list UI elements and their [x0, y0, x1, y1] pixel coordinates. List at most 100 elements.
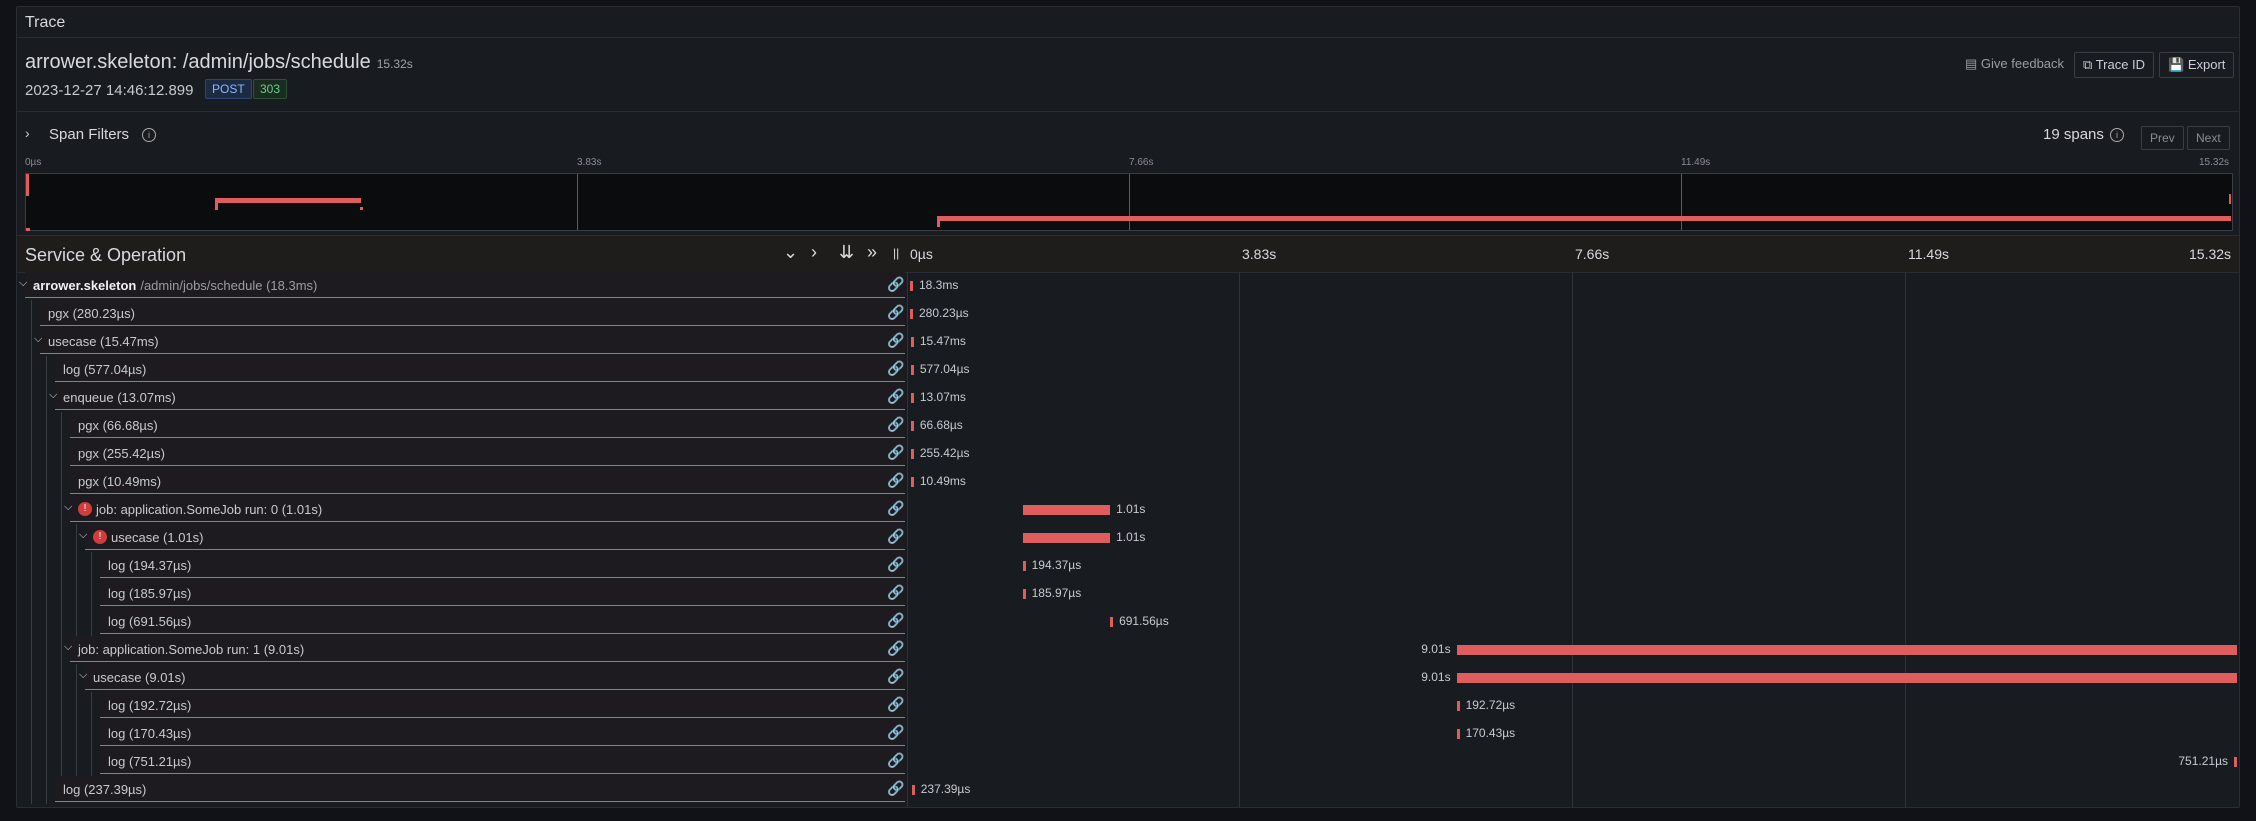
span-bar[interactable]	[910, 309, 913, 319]
info-icon[interactable]: i	[2110, 128, 2124, 142]
span-name-cell[interactable]	[55, 776, 905, 802]
span-bar[interactable]	[1456, 701, 1460, 711]
chevron-down-icon[interactable]: ⌵	[64, 641, 72, 654]
span-bar[interactable]	[910, 421, 914, 431]
chevron-down-icon[interactable]: ⌵	[64, 501, 72, 514]
link-icon[interactable]: 🔗	[887, 500, 904, 517]
span-name-cell[interactable]	[40, 328, 905, 354]
span-name-cell[interactable]	[85, 664, 905, 690]
span-row[interactable]: ⌵ job: application.SomeJob run: 1 (9.01s)…	[17, 636, 2239, 664]
span-row[interactable]: pgx (66.68µs) 🔗 66.68µs	[17, 412, 2239, 440]
span-name-cell[interactable]	[70, 468, 905, 494]
chevron-down-icon[interactable]: ⌄	[783, 242, 798, 263]
span-row[interactable]: ⌵ enqueue (13.07ms) 🔗 13.07ms	[17, 384, 2239, 412]
span-name-cell[interactable]	[100, 580, 905, 606]
span-bar[interactable]	[910, 281, 913, 291]
span-filters-toggle[interactable]: Span Filters	[49, 126, 129, 143]
span-bar[interactable]	[1456, 729, 1460, 739]
link-icon[interactable]: 🔗	[887, 640, 904, 657]
link-icon[interactable]: 🔗	[887, 556, 904, 573]
span-duration-label: 185.97µs	[1031, 586, 1082, 600]
link-icon[interactable]: 🔗	[887, 612, 904, 629]
span-duration-label: 280.23µs	[919, 306, 969, 320]
link-icon[interactable]: 🔗	[887, 696, 904, 713]
chevron-down-icon[interactable]: ⌵	[34, 333, 42, 346]
span-name-cell[interactable]	[40, 300, 905, 326]
span-row[interactable]: ⌵ usecase (15.47ms) 🔗 15.47ms	[17, 328, 2239, 356]
span-name-cell[interactable]	[55, 384, 905, 410]
link-icon[interactable]: 🔗	[887, 388, 904, 405]
span-row[interactable]: log (192.72µs) 🔗 192.72µs	[17, 692, 2239, 720]
span-name-cell[interactable]	[55, 356, 905, 382]
minimap-canvas[interactable]	[25, 173, 2233, 231]
export-button[interactable]: 💾 Export	[2159, 52, 2235, 78]
span-bar[interactable]	[1022, 561, 1026, 571]
trace-id-button[interactable]: ⧉ Trace ID	[2074, 52, 2155, 78]
trace-minimap[interactable]: 0µs 3.83s 7.66s 11.49s 15.32s	[25, 157, 2233, 235]
info-icon[interactable]: i	[142, 128, 156, 142]
span-name-cell[interactable]	[100, 720, 905, 746]
link-icon[interactable]: 🔗	[887, 584, 904, 601]
link-icon[interactable]: 🔗	[887, 332, 904, 349]
span-bar[interactable]	[910, 477, 914, 487]
link-icon[interactable]: 🔗	[887, 752, 904, 769]
span-row[interactable]: pgx (10.49ms) 🔗 10.49ms	[17, 468, 2239, 496]
span-row[interactable]: ⌵ usecase (9.01s) 🔗 9.01s	[17, 664, 2239, 692]
link-icon[interactable]: 🔗	[887, 528, 904, 545]
span-row[interactable]: log (691.56µs) 🔗 691.56µs	[17, 608, 2239, 636]
span-row[interactable]: ⌵ arrower.skeleton/admin/jobs/schedule (1…	[17, 272, 2239, 300]
span-name-cell[interactable]	[100, 692, 905, 718]
span-row[interactable]: log (577.04µs) 🔗 577.04µs	[17, 356, 2239, 384]
span-row[interactable]: log (751.21µs) 🔗 751.21µs	[17, 748, 2239, 776]
chevron-down-icon[interactable]: ⌵	[79, 669, 87, 682]
tree-guide-line	[31, 384, 32, 412]
chevron-right-icon[interactable]: ›	[25, 125, 30, 141]
span-row[interactable]: log (237.39µs) 🔗 237.39µs	[17, 776, 2239, 804]
chevron-down-icon[interactable]: ⌵	[49, 389, 57, 402]
span-bar[interactable]	[1456, 645, 2237, 655]
span-bar[interactable]	[910, 393, 914, 403]
span-bar[interactable]	[1456, 673, 2237, 683]
link-icon[interactable]: 🔗	[887, 416, 904, 433]
span-bar[interactable]	[911, 785, 915, 795]
span-name-cell[interactable]	[100, 748, 905, 774]
span-bar[interactable]	[1022, 505, 1111, 515]
span-bar[interactable]	[1110, 617, 1114, 627]
span-name-cell[interactable]	[70, 412, 905, 438]
span-name-cell[interactable]	[100, 608, 905, 634]
span-name-cell[interactable]	[70, 440, 905, 466]
next-button[interactable]: Next	[2187, 126, 2230, 150]
column-resize-handle[interactable]: ||	[893, 246, 899, 260]
link-icon[interactable]: 🔗	[887, 304, 904, 321]
span-row[interactable]: ⌵! job: application.SomeJob run: 0 (1.01s…	[17, 496, 2239, 524]
span-row[interactable]: ⌵! usecase (1.01s) 🔗 1.01s	[17, 524, 2239, 552]
link-icon[interactable]: 🔗	[887, 472, 904, 489]
chevron-right-icon[interactable]: ›	[811, 242, 817, 263]
span-row[interactable]: log (194.37µs) 🔗 194.37µs	[17, 552, 2239, 580]
minimap-span	[215, 198, 218, 210]
chevron-down-icon[interactable]: ⌵	[19, 277, 27, 290]
link-icon[interactable]: 🔗	[887, 724, 904, 741]
span-row[interactable]: log (185.97µs) 🔗 185.97µs	[17, 580, 2239, 608]
link-icon[interactable]: 🔗	[887, 276, 904, 293]
span-bar[interactable]	[2234, 757, 2237, 767]
double-chevron-right-icon[interactable]: »	[867, 242, 877, 263]
span-bar[interactable]	[1022, 533, 1111, 543]
give-feedback-button[interactable]: ▤ Give feedback	[1957, 52, 2073, 76]
link-icon[interactable]: 🔗	[887, 360, 904, 377]
span-bar[interactable]	[1022, 589, 1026, 599]
link-icon[interactable]: 🔗	[887, 444, 904, 461]
chevron-down-icon[interactable]: ⌵	[79, 529, 87, 542]
span-bar[interactable]	[910, 365, 914, 375]
span-name-cell[interactable]	[85, 524, 905, 550]
double-chevron-down-icon[interactable]: ⇊	[839, 242, 854, 263]
span-name-cell[interactable]	[100, 552, 905, 578]
span-row[interactable]: pgx (280.23µs) 🔗 280.23µs	[17, 300, 2239, 328]
span-bar[interactable]	[910, 337, 914, 347]
prev-button[interactable]: Prev	[2141, 126, 2184, 150]
link-icon[interactable]: 🔗	[887, 780, 904, 797]
link-icon[interactable]: 🔗	[887, 668, 904, 685]
span-bar[interactable]	[910, 449, 914, 459]
span-row[interactable]: pgx (255.42µs) 🔗 255.42µs	[17, 440, 2239, 468]
span-row[interactable]: log (170.43µs) 🔗 170.43µs	[17, 720, 2239, 748]
